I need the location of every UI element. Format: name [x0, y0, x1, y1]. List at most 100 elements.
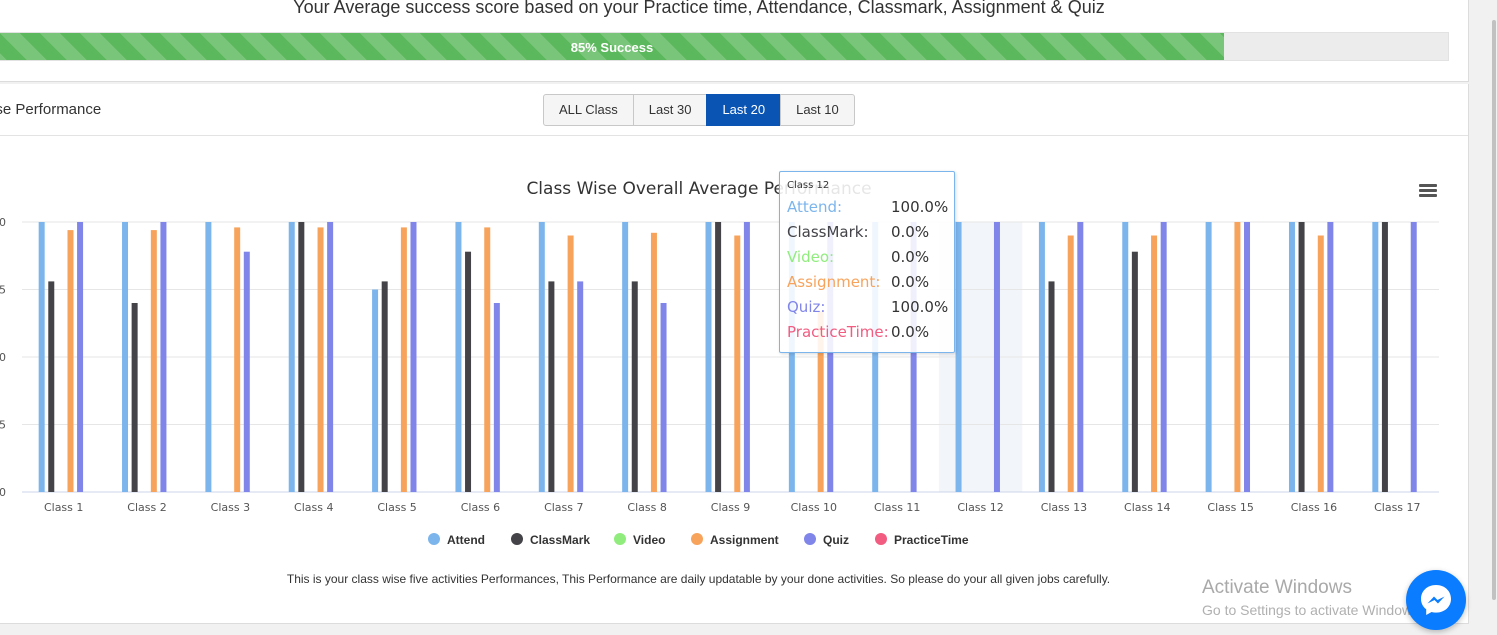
bar-quiz — [1410, 222, 1417, 492]
bar-attend — [455, 222, 462, 492]
x-tick-label: Class 7 — [544, 501, 583, 514]
tooltip-row-label: Video: — [787, 248, 835, 266]
y-tick-label: 5 — [0, 419, 6, 432]
y-tick-label: 0 — [0, 486, 6, 499]
bar-assignment — [1317, 235, 1324, 492]
chart-footnote: This is your class wise five activities … — [286, 572, 1111, 586]
legend-label-video: Video — [633, 533, 665, 547]
bar-attend — [1122, 222, 1129, 492]
bar-assignment — [234, 227, 241, 492]
bar-quiz — [493, 303, 500, 492]
bar-quiz — [1244, 222, 1251, 492]
bar-quiz — [410, 222, 417, 492]
page-scrollbar-thumb[interactable] — [1492, 20, 1496, 600]
x-tick-label: Class 17 — [1374, 501, 1420, 514]
bar-assignment — [1234, 222, 1241, 492]
tooltip-row-value: 100.0% — [891, 298, 949, 316]
y-tick-label: 0 — [0, 351, 6, 364]
legend-label-classmark: ClassMark — [530, 533, 590, 547]
messenger-icon[interactable] — [1406, 570, 1466, 630]
bar-attend — [288, 222, 295, 492]
x-tick-label: Class 16 — [1291, 501, 1337, 514]
success-score-title: Your Average success score based on your… — [293, 0, 1105, 17]
bar-quiz — [243, 251, 250, 492]
bar-classmark — [548, 281, 555, 492]
bar-assignment — [1067, 235, 1074, 492]
tooltip-row-label: ClassMark: — [787, 223, 869, 241]
tooltip-row-label: PracticeTime: — [787, 323, 889, 341]
x-tick-label: Class 6 — [461, 501, 500, 514]
bar-quiz — [577, 281, 584, 492]
x-tick-label: Class 5 — [377, 501, 416, 514]
bar-assignment — [67, 230, 74, 492]
y-tick-label: 0 — [0, 216, 6, 229]
tooltip-row: Assignment: 0.0% — [787, 273, 929, 291]
hamburger-menu-icon[interactable] — [1419, 184, 1437, 198]
chart-tooltip: Class 12 Attend: 100.0% ClassMark: 0.0% Vide… — [779, 171, 955, 353]
bar-attend — [38, 222, 45, 492]
bar-quiz — [1327, 222, 1334, 492]
bar-assignment — [1151, 235, 1158, 492]
bar-quiz — [993, 222, 1000, 492]
legend-label-attend: Attend — [447, 533, 485, 547]
legend-marker-quiz — [804, 533, 816, 545]
legend-marker-assignment — [691, 533, 703, 545]
tooltip-header: Class 12 — [787, 180, 830, 191]
tooltip-row-label: Attend: — [787, 198, 843, 216]
tooltip-row: PracticeTime: 0.0% — [787, 323, 929, 341]
tooltip-row: Attend: 100.0% — [787, 198, 948, 216]
success-score-card: Your Average success score based on your… — [0, 0, 1469, 82]
bar-quiz — [660, 303, 667, 492]
tooltip-row: Video: 0.0% — [787, 248, 929, 266]
x-tick-label: Class 8 — [627, 501, 666, 514]
bar-classmark — [1381, 222, 1388, 492]
x-tick-label: Class 2 — [127, 501, 166, 514]
y-tick-label: 5 — [0, 284, 6, 297]
success-progress-bar: 85% Success — [0, 32, 1449, 61]
bar-attend — [372, 289, 379, 492]
bar-attend — [622, 222, 629, 492]
bar-assignment — [567, 235, 574, 492]
bar-assignment — [400, 227, 407, 492]
success-progress-label: 85% Success — [570, 40, 654, 55]
bar-classmark — [1048, 281, 1055, 492]
bar-classmark — [715, 222, 722, 492]
bar-quiz — [743, 222, 750, 492]
bar-attend — [1288, 222, 1295, 492]
legend-marker-video — [614, 533, 626, 545]
tooltip-row-value: 0.0% — [891, 248, 930, 266]
page: Your Average success score based on your… — [0, 0, 1497, 635]
bar-quiz — [1160, 222, 1167, 492]
legend-label-quiz: Quiz — [823, 533, 849, 547]
bar-assignment — [150, 230, 157, 492]
bar-classmark — [48, 281, 55, 492]
x-tick-label: Class 10 — [791, 501, 837, 514]
tooltip-row-label: Quiz: — [787, 298, 826, 316]
bar-assignment — [734, 235, 741, 492]
bar-classmark — [465, 251, 472, 492]
bar-attend — [1372, 222, 1379, 492]
tooltip-row-value: 100.0% — [891, 198, 949, 216]
bar-attend — [205, 222, 212, 492]
bar-classmark — [1298, 222, 1305, 492]
tooltip-row-label: Assignment: — [787, 273, 881, 291]
x-tick-label: Class 1 — [44, 501, 83, 514]
bar-classmark — [631, 281, 638, 492]
x-tick-label: Class 14 — [1124, 501, 1170, 514]
bar-attend — [122, 222, 129, 492]
bar-quiz — [77, 222, 84, 492]
bar-quiz — [160, 222, 167, 492]
bar-classmark — [131, 303, 138, 492]
bar-attend — [705, 222, 712, 492]
bar-classmark — [298, 222, 305, 492]
bar-assignment — [484, 227, 491, 492]
tooltip-row: Quiz: 100.0% — [787, 298, 948, 316]
legend-label-assignment: Assignment — [710, 533, 779, 547]
x-tick-label: Class 13 — [1041, 501, 1087, 514]
bar-attend — [955, 222, 962, 492]
x-tick-label: Class 12 — [957, 501, 1003, 514]
bar-attend — [1205, 222, 1212, 492]
legend-marker-classmark — [511, 533, 523, 545]
x-tick-label: Class 15 — [1207, 501, 1253, 514]
x-tick-label: Class 4 — [294, 501, 333, 514]
